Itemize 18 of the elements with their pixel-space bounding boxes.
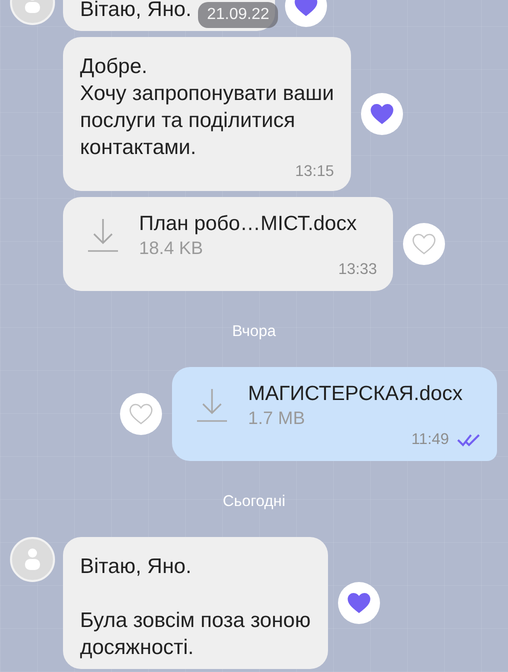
file-name: План робо…МІСТ.docx: [139, 211, 357, 237]
file-size: 18.4 KB: [139, 237, 204, 259]
avatar-icon[interactable]: [10, 537, 55, 582]
date-separator: Сьогодні: [222, 493, 286, 510]
file-size: 1.7 MB: [248, 407, 306, 429]
date-separator: Вчора: [232, 323, 276, 340]
like-button[interactable]: [360, 93, 403, 135]
message-text: Добре. Хочу запропонувати ваши послуги та поділитися контактами.: [80, 54, 334, 161]
like-button[interactable]: [120, 393, 162, 435]
file-name: МАГИСТЕРСКАЯ.docx: [248, 381, 463, 407]
message-time: 13:33: [338, 261, 377, 279]
like-button[interactable]: [338, 582, 380, 624]
message-time: 11:49: [411, 431, 449, 449]
like-button[interactable]: [403, 223, 445, 265]
date-badge: 21.09.22: [198, 2, 278, 28]
message-text: Вітаю, Яно.: [80, 0, 192, 23]
message-time: 13:15: [295, 163, 334, 181]
message-text: Вітаю, Яно. Була зовсім поза зоною досяжності.: [80, 554, 311, 661]
